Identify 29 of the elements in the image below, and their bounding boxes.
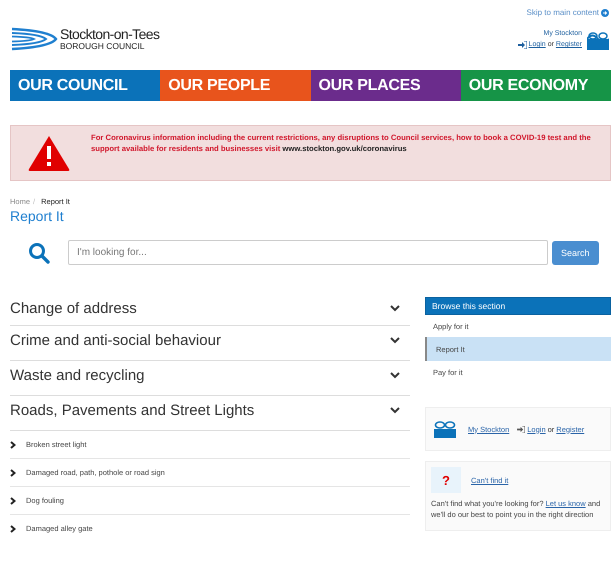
chevron-icon: [390, 406, 400, 414]
accordion-header[interactable]: Waste and recycling: [10, 355, 410, 396]
login-icon: [518, 40, 527, 48]
nav-tab[interactable]: OUR PLACES: [310, 70, 461, 101]
logo-title: Stockton-on-Tees: [60, 27, 160, 42]
chevron-icon: [390, 304, 400, 312]
warning-icon: [27, 134, 71, 172]
logo-icon: [10, 26, 58, 52]
nav-tab[interactable]: OUR ECONOMY: [460, 70, 611, 101]
wave-logo-icon: [434, 420, 456, 438]
search-field[interactable]: I'm looking for...: [68, 240, 548, 265]
nav-tab[interactable]: OUR PEOPLE: [160, 70, 310, 101]
chevron-icon: [10, 468, 16, 476]
login-icon: [517, 426, 526, 432]
arrow-icon: [601, 8, 609, 16]
chevron-icon: [10, 440, 16, 448]
chevron-icon: [10, 496, 16, 504]
accordion-header[interactable]: Change of address: [10, 291, 410, 326]
chevron-icon: [390, 372, 400, 378]
nav-tab[interactable]: OUR COUNCIL: [10, 70, 160, 101]
accordion-header[interactable]: Crime and anti-social behaviour: [10, 320, 410, 361]
chevron-icon: [390, 336, 400, 344]
question-icon: ?: [431, 467, 461, 493]
logo-subtitle: BOROUGH COUNCIL: [60, 42, 146, 51]
chevron-icon: [10, 524, 16, 532]
page-title: Report It: [10, 208, 65, 224]
section-heading: Browse this section: [425, 297, 611, 315]
accordion-header[interactable]: Roads, Pavements and Street Lights: [10, 390, 410, 431]
search-icon: [28, 242, 50, 264]
